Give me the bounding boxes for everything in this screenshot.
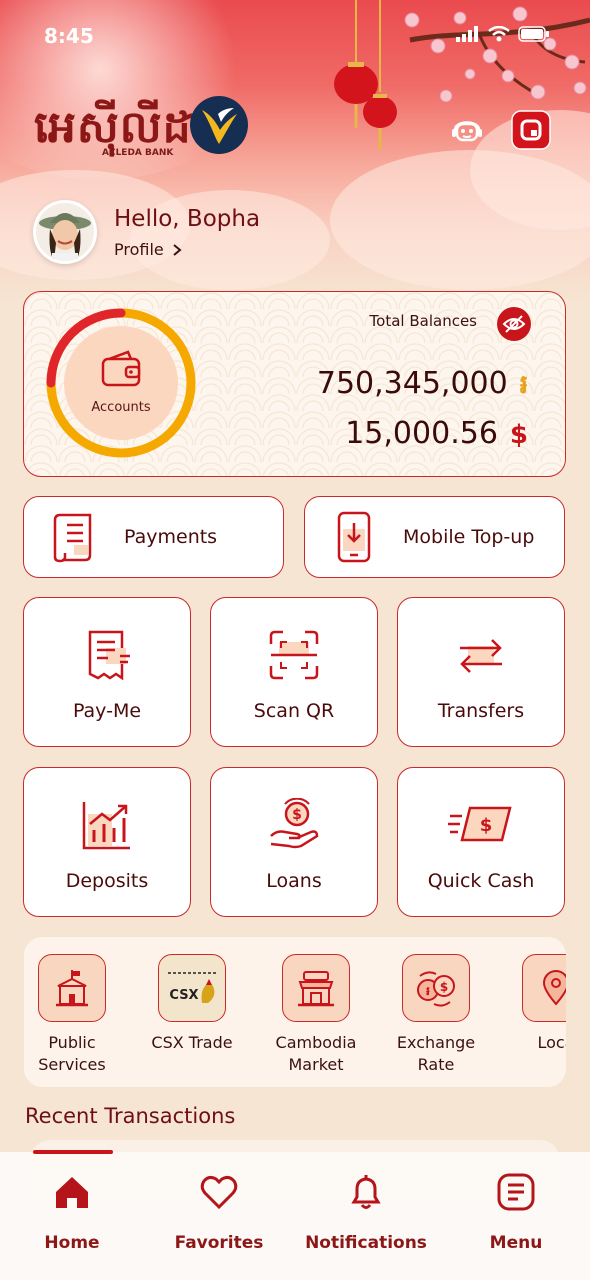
nav-notifications[interactable]: Notifications [301, 1172, 431, 1253]
nav-favorites[interactable]: Favorites [154, 1172, 284, 1253]
shortcut-public-services[interactable]: Public Services [24, 954, 120, 1076]
quick-cash-label: Quick Cash [427, 870, 535, 892]
svg-text:$: $ [480, 815, 493, 836]
battery-icon [518, 26, 549, 42]
receipt-scroll-icon [53, 513, 92, 563]
location-pin-icon [542, 970, 566, 1006]
svg-text:$: $ [440, 980, 448, 994]
wifi-icon [488, 26, 510, 42]
scan-qr-icon [269, 630, 319, 680]
balance-khr-amount: 750,345,000 [316, 366, 508, 401]
shortcut-label: CSX Trade [151, 1033, 233, 1052]
usd-symbol: $ [509, 420, 528, 450]
shortcut-exchange-rate[interactable]: ៛ $ Exchange Rate [388, 954, 484, 1076]
app-logo-icon [511, 110, 551, 150]
nav-label: Notifications [305, 1233, 427, 1253]
shortcut-label: Loca [537, 1033, 566, 1052]
transfers-tile[interactable]: Transfers [397, 597, 565, 747]
brand-logo-subtitle: ACLEDA BANK [102, 148, 174, 158]
shortcuts-carousel[interactable]: Public Services CSX CSX Trade Cambodia M… [24, 937, 566, 1087]
khr-symbol: ៛ [519, 370, 528, 400]
scan-qr-label: Scan QR [253, 700, 335, 722]
scan-qr-tile[interactable]: Scan QR [210, 597, 378, 747]
nav-label: Favorites [174, 1233, 264, 1253]
deposits-tile[interactable]: Deposits [23, 767, 191, 917]
nav-label: Menu [489, 1233, 543, 1253]
loans-label: Loans [266, 870, 322, 892]
transfers-label: Transfers [437, 700, 525, 722]
bell-icon [351, 1175, 381, 1209]
fast-cash-icon: $ [448, 806, 512, 842]
balance-usd-amount: 15,000.56 [345, 416, 498, 451]
government-building-icon [56, 970, 88, 1007]
greeting-text: Hello, Bopha [114, 206, 261, 232]
total-balances-label: Total Balances [369, 312, 477, 330]
mobile-topup-button[interactable]: Mobile Top-up [304, 496, 565, 578]
loans-tile[interactable]: $ Loans [210, 767, 378, 917]
csx-logo-icon: CSX [168, 972, 216, 1003]
csx-logo-text: CSX [169, 988, 198, 1003]
status-time: 8:45 [44, 24, 94, 48]
active-tab-indicator [33, 1150, 113, 1154]
chevron-right-icon [173, 243, 182, 256]
shortcut-csx-trade[interactable]: CSX CSX Trade [144, 954, 240, 1054]
deposits-label: Deposits [65, 870, 149, 892]
nav-home[interactable]: Home [7, 1172, 137, 1253]
shortcut-label: Exchange Rate [396, 1033, 476, 1074]
nav-menu[interactable]: Menu [451, 1172, 581, 1253]
pay-me-label: Pay-Me [72, 700, 142, 722]
profile-link[interactable]: Profile [114, 240, 182, 259]
currency-exchange-icon: ៛ $ [417, 971, 455, 1007]
profile-link-label: Profile [114, 240, 164, 259]
accounts-label: Accounts [91, 400, 151, 415]
menu-icon [497, 1173, 535, 1211]
shortcut-label: Cambodia Market [275, 1033, 357, 1074]
home-icon [56, 1177, 88, 1208]
support-agent-icon [452, 121, 482, 142]
shortcut-cambodia-market[interactable]: Cambodia Market [268, 954, 364, 1076]
wallet-icon [101, 350, 141, 387]
cherry-blossom-decoration [404, 6, 590, 103]
quick-cash-tile[interactable]: $ Quick Cash [397, 767, 565, 917]
lantern-decoration [334, 0, 397, 150]
heart-icon [200, 1175, 238, 1210]
avatar[interactable] [33, 200, 97, 264]
support-chat-button[interactable] [447, 110, 487, 150]
balance-usd: 15,000.56 $ [345, 416, 528, 451]
svg-text:$: $ [292, 807, 302, 823]
brand-emblem-icon [190, 96, 248, 154]
payments-button[interactable]: Payments [23, 496, 284, 578]
svg-text:៛: ៛ [426, 984, 430, 998]
shortcut-label: Public Services [38, 1033, 106, 1074]
hide-balance-button[interactable] [497, 307, 531, 341]
recent-transactions-title: Recent Transactions [25, 1104, 236, 1128]
transfer-arrows-icon [460, 639, 502, 673]
market-stall-icon [298, 971, 334, 1007]
balance-khr: 750,345,000 ៛ [317, 366, 528, 406]
quick-scan-button[interactable] [511, 110, 551, 150]
invoice-icon [88, 630, 130, 681]
nav-label: Home [44, 1233, 100, 1253]
balance-card[interactable]: Accounts Total Balances 750,345,000 ៛ 15… [23, 291, 566, 477]
status-icons [456, 26, 550, 42]
phone-download-icon [337, 511, 371, 563]
hand-coin-icon: $ [270, 798, 319, 849]
signal-icon [456, 26, 478, 42]
shortcut-location[interactable]: Loca [508, 954, 566, 1054]
payments-label: Payments [124, 526, 218, 548]
mobile-topup-label: Mobile Top-up [403, 526, 535, 548]
pay-me-tile[interactable]: Pay-Me [23, 597, 191, 747]
eye-off-icon [502, 315, 526, 333]
growth-chart-icon [82, 802, 130, 850]
